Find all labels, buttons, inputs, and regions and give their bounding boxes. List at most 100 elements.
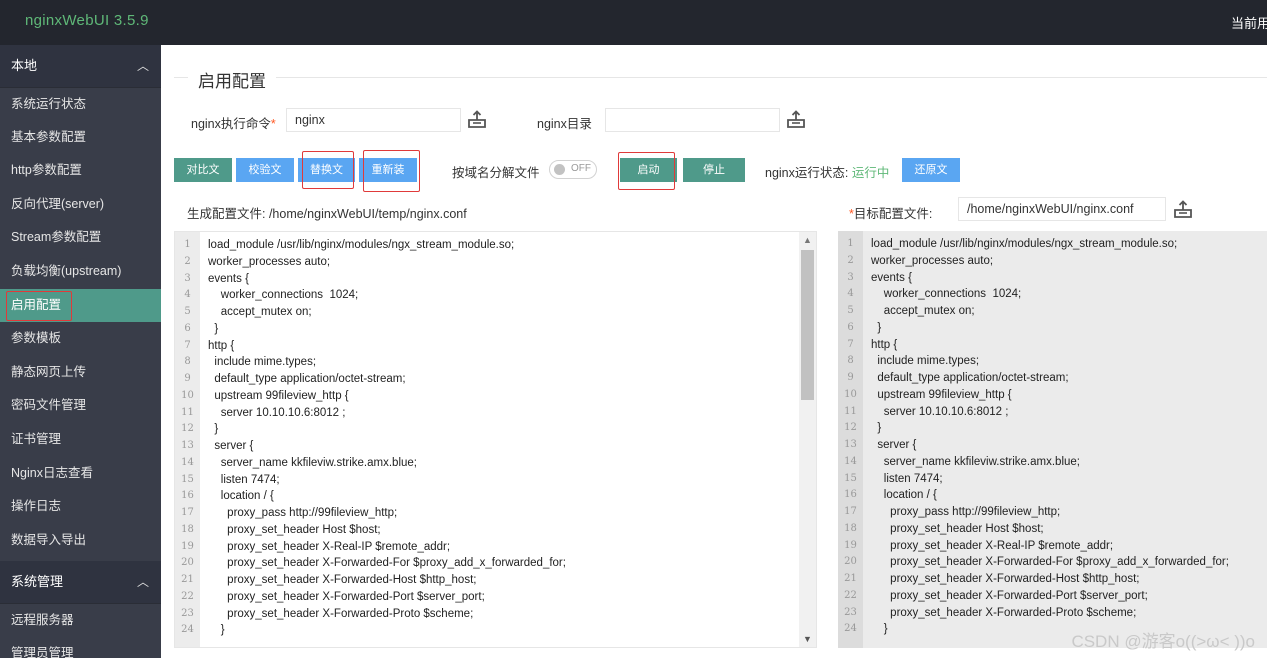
code-line: 20 proxy_set_header X-Forwarded-For $pro… — [838, 554, 1267, 571]
line-number: 10 — [181, 389, 194, 401]
upload-icon[interactable] — [786, 109, 806, 129]
sidebar-group-local[interactable]: 本地 ︿ — [0, 45, 161, 87]
annotation-highlight-box — [618, 152, 675, 190]
code-line: 4 worker_connections 1024; — [838, 286, 1267, 303]
sidebar-item-nginx-logs[interactable]: Nginx日志查看 — [0, 456, 161, 491]
scrollbar-thumb[interactable] — [801, 250, 814, 400]
target-config-input[interactable] — [958, 197, 1166, 221]
code-line: 10 upstream 99fileview_http { — [175, 388, 816, 405]
code-lines: 1 load_module /usr/lib/nginx/modules/ngx_… — [175, 237, 816, 639]
sidebar-item-stream-params[interactable]: Stream参数配置 — [0, 221, 161, 255]
sidebar-item-password-files[interactable]: 密码文件管理 — [0, 389, 161, 423]
code-line: 3 events { — [175, 271, 816, 288]
code-text: load_module /usr/lib/nginx/modules/ngx_s… — [208, 239, 515, 251]
sidebar-item-basic-params[interactable]: 基本参数配置 — [0, 120, 161, 155]
sidebar-item-static-upload[interactable]: 静态网页上传 — [0, 355, 161, 390]
app-title: nginxWebUI 3.5.9 — [25, 12, 149, 29]
line-number: 8 — [184, 356, 191, 368]
code-text: http { — [871, 338, 898, 351]
page-title: 启用配置 — [188, 67, 276, 92]
code-line: 15 listen 7474; — [175, 472, 816, 489]
line-number: 15 — [844, 472, 857, 484]
code-text: server_name kkfileviw.strike.amx.blue; — [871, 455, 1080, 468]
sidebar-group-system[interactable]: 系统管理 ︿ — [0, 561, 161, 604]
code-line: 2 worker_processes auto; — [838, 253, 1267, 270]
nginx-dir-input[interactable] — [605, 108, 780, 132]
code-line: 16 location / { — [175, 488, 816, 505]
code-text: proxy_set_header X-Real-IP $remote_addr; — [871, 539, 1114, 552]
line-number: 24 — [181, 624, 194, 636]
code-line: 6 } — [175, 321, 816, 338]
code-line: 6 } — [838, 320, 1267, 337]
code-text: server_name kkfileviw.strike.amx.blue; — [208, 456, 417, 469]
code-line: 13 server { — [838, 437, 1267, 454]
sidebar-item-upstream[interactable]: 负载均衡(upstream) — [0, 254, 161, 289]
line-number: 12 — [181, 423, 194, 435]
stop-nginx-button[interactable]: 停止nginx — [683, 158, 745, 200]
code-line: 2 worker_processes auto; — [175, 254, 816, 271]
sidebar: 本地 ︿ 系统运行状态 基本参数配置 http参数配置 反向代理(server)… — [0, 45, 161, 658]
line-number: 16 — [181, 490, 194, 502]
upload-icon[interactable] — [1173, 199, 1193, 219]
sidebar-item-remote-servers[interactable]: 远程服务器 — [0, 603, 161, 637]
code-text: } — [208, 624, 225, 637]
code-text: proxy_set_header X-Forwarded-Proto $sche… — [208, 607, 474, 620]
code-text: server 10.10.10.6:8012 ; — [208, 406, 346, 419]
scrollbar[interactable]: ▲ ▼ — [799, 232, 816, 647]
code-line: 18 proxy_set_header Host $host; — [175, 522, 816, 539]
annotation-highlight-box — [302, 151, 354, 189]
code-text: include mime.types; — [208, 356, 317, 369]
code-text: proxy_set_header Host $host; — [871, 522, 1044, 535]
scroll-down-icon[interactable]: ▼ — [803, 634, 812, 644]
generated-config-label: 生成配置文件: /home/nginxWebUI/temp/nginx.conf — [187, 207, 467, 221]
code-line: 19 proxy_set_header X-Real-IP $remote_ad… — [838, 538, 1267, 555]
line-number: 6 — [184, 322, 191, 334]
code-text: accept_mutex on; — [871, 305, 975, 317]
code-text: proxy_set_header X-Real-IP $remote_addr; — [208, 540, 451, 553]
code-text: proxy_set_header X-Forwarded-For $proxy_… — [871, 556, 1229, 569]
required-mark: * — [270, 117, 276, 131]
code-text: include mime.types; — [871, 355, 980, 368]
sidebar-item-data-import-export[interactable]: 数据导入导出 — [0, 523, 161, 558]
sidebar-item-system-status[interactable]: 系统运行状态 — [0, 87, 161, 121]
scroll-up-icon[interactable]: ▲ — [803, 235, 812, 245]
restore-file-button[interactable]: 还原文件 — [902, 158, 960, 200]
generated-config-editor[interactable]: 1 load_module /usr/lib/nginx/modules/ngx_… — [174, 231, 817, 648]
code-line: 8 include mime.types; — [175, 354, 816, 371]
sidebar-item-param-template[interactable]: 参数模板 — [0, 322, 161, 356]
code-line: 14 server_name kkfileviw.strike.amx.blue… — [175, 455, 816, 472]
upload-icon[interactable] — [467, 109, 487, 129]
sidebar-item-reverse-proxy[interactable]: 反向代理(server) — [0, 187, 161, 222]
nginx-cmd-input[interactable] — [286, 108, 461, 132]
sidebar-item-certificates[interactable]: 证书管理 — [0, 422, 161, 457]
code-text: upstream 99fileview_http { — [208, 389, 349, 402]
code-line: 12 } — [838, 420, 1267, 437]
sidebar-item-enable-config[interactable]: 启用配置 — [0, 288, 161, 323]
code-line: 13 server { — [175, 438, 816, 455]
line-number: 2 — [847, 254, 854, 266]
current-user-label[interactable]: 当前用 — [1231, 13, 1267, 32]
line-number: 20 — [844, 556, 857, 568]
code-line: 21 proxy_set_header X-Forwarded-Host $ht… — [175, 572, 816, 589]
code-text: proxy_set_header Host $host; — [208, 523, 381, 536]
line-number: 23 — [181, 607, 194, 619]
nginx-cmd-label-text: nginx执行命令 — [191, 117, 271, 131]
sidebar-item-http-params[interactable]: http参数配置 — [0, 154, 161, 188]
code-line: 4 worker_connections 1024; — [175, 287, 816, 304]
code-text: worker_connections 1024; — [208, 289, 359, 302]
line-number: 18 — [181, 523, 194, 535]
line-number: 17 — [844, 506, 857, 517]
code-line: 5 accept_mutex on; — [838, 303, 1267, 320]
sidebar-item-admin-management[interactable]: 管理员管理 — [0, 636, 161, 658]
annotation-highlight-box — [6, 290, 72, 321]
line-number: 15 — [181, 473, 194, 485]
code-text: http { — [208, 339, 235, 352]
split-by-domain-toggle[interactable]: OFF — [549, 160, 597, 179]
code-line: 14 server_name kkfileviw.strike.amx.blue… — [838, 454, 1267, 471]
compare-file-button[interactable]: 对比文件 — [174, 158, 232, 200]
check-file-button[interactable]: 校验文件 — [236, 158, 294, 200]
line-number: 5 — [184, 306, 191, 317]
sidebar-item-operation-logs[interactable]: 操作日志 — [0, 490, 161, 524]
line-number: 3 — [184, 272, 191, 284]
code-line: 15 listen 7474; — [838, 471, 1267, 488]
